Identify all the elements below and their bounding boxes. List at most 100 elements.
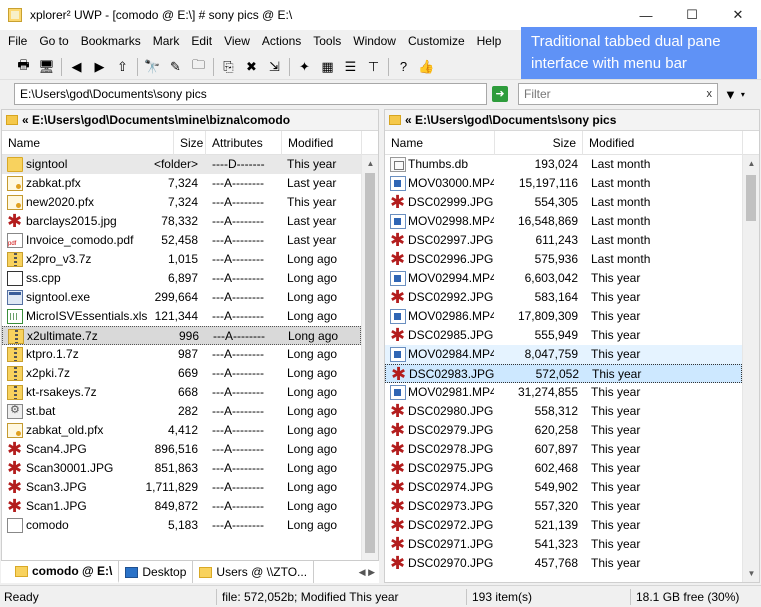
- address-input[interactable]: E:\Users\god\Documents\sony pics: [14, 83, 487, 105]
- menu-file[interactable]: File: [2, 30, 33, 52]
- file-row[interactable]: Scan30001.JPG851,863---A--------Long ago: [2, 458, 361, 479]
- file-row[interactable]: new2020.pfx 7,324 ---A-------- This year: [2, 193, 361, 212]
- copy-to-button[interactable]: ⎘: [217, 56, 240, 78]
- file-row[interactable]: st.bat282---A--------Long ago: [2, 402, 361, 421]
- left-pane[interactable]: « E:\Users\god\Documents\mine\bizna\como…: [1, 109, 379, 583]
- right-pane-path[interactable]: « E:\Users\god\Documents\sony pics: [385, 110, 759, 131]
- file-row[interactable]: MOV03000.MP4 15,197,116 Last month: [385, 174, 742, 193]
- file-row[interactable]: DSC02974.JPG 549,902 This year: [385, 477, 742, 498]
- file-row[interactable]: signtool.exe 299,664 ---A-------- Long ago: [2, 288, 361, 307]
- file-row[interactable]: MicroISVEssentials.xls 121,344 ---A-------…: [2, 307, 361, 326]
- file-row[interactable]: x2pro_v3.7z 1,015 ---A-------- Long ago: [2, 250, 361, 269]
- move-to-button[interactable]: ⇲: [263, 56, 286, 78]
- file-row[interactable]: comodo 5,183 ---A-------- Long ago: [2, 516, 361, 535]
- tree-button[interactable]: ⊤: [362, 56, 385, 78]
- left-col-name[interactable]: Name: [2, 131, 174, 155]
- file-row[interactable]: barclays2015.jpg78,332---A--------Last y…: [2, 211, 361, 232]
- left-file-list[interactable]: signtool <folder> ----D------- This year zab…: [2, 155, 361, 582]
- scroll-down-icon[interactable]: ▼: [743, 565, 759, 582]
- file-row[interactable]: Scan1.JPG849,872---A--------Long ago: [2, 496, 361, 517]
- scroll-up-icon[interactable]: ▲: [362, 155, 378, 172]
- file-row[interactable]: DSC02979.JPG 620,258 This year: [385, 420, 742, 441]
- help-button[interactable]: ?: [392, 56, 415, 78]
- minimize-button[interactable]: —: [623, 0, 669, 30]
- chevron-right-icon[interactable]: ▶: [368, 567, 375, 578]
- file-row[interactable]: DSC02978.JPG 607,897 This year: [385, 439, 742, 460]
- delete-button[interactable]: ✖: [240, 56, 263, 78]
- left-col-size[interactable]: Size: [174, 131, 206, 155]
- edit-button[interactable]: ✎: [164, 56, 187, 78]
- menu-help[interactable]: Help: [471, 30, 508, 52]
- magic-wand-button[interactable]: ✦: [293, 56, 316, 78]
- forward-button[interactable]: ▶: [88, 56, 111, 78]
- details-view-button[interactable]: ☰: [339, 56, 362, 78]
- maximize-button[interactable]: ☐: [669, 0, 715, 30]
- menu-go-to[interactable]: Go to: [33, 30, 74, 52]
- file-row[interactable]: zabkat.pfx 7,324 ---A-------- Last year: [2, 174, 361, 193]
- left-col-modified[interactable]: Modified: [282, 131, 362, 155]
- file-row[interactable]: MOV02984.MP4 8,047,759 This year: [385, 345, 742, 364]
- file-row[interactable]: Scan4.JPG896,516---A--------Long ago: [2, 439, 361, 460]
- file-row[interactable]: DSC02975.JPG 602,468 This year: [385, 458, 742, 479]
- menu-mark[interactable]: Mark: [147, 30, 186, 52]
- file-row[interactable]: Scan3.JPG1,711,829---A--------Long ago: [2, 477, 361, 498]
- file-row[interactable]: DSC02999.JPG 554,305 Last month: [385, 192, 742, 213]
- back-button[interactable]: ◀: [65, 56, 88, 78]
- right-scroll-thumb[interactable]: [746, 175, 756, 221]
- file-row[interactable]: DSC02992.JPG 583,164 This year: [385, 287, 742, 308]
- find-button[interactable]: 🔭: [141, 56, 164, 78]
- file-row[interactable]: DSC02985.JPG 555,949 This year: [385, 325, 742, 346]
- tab-scroll-arrows[interactable]: ◀ ▶: [355, 561, 379, 583]
- scroll-up-icon[interactable]: ▲: [743, 155, 759, 172]
- file-row[interactable]: DSC02980.JPG 558,312 This year: [385, 401, 742, 422]
- new-folder-button[interactable]: 🗀: [187, 56, 210, 78]
- file-row[interactable]: DSC02983.JPG 572,052 This year: [385, 364, 742, 385]
- right-scrollbar[interactable]: ▲ ▼: [742, 155, 759, 582]
- file-row[interactable]: MOV02981.MP4 31,274,855 This year: [385, 383, 742, 402]
- menu-customize[interactable]: Customize: [402, 30, 471, 52]
- file-row[interactable]: ktpro.1.7z 987 ---A-------- Long ago: [2, 345, 361, 364]
- file-row[interactable]: signtool <folder> ----D------- This year: [2, 155, 361, 174]
- file-row[interactable]: ss.cpp 6,897 ---A-------- Long ago: [2, 269, 361, 288]
- file-row[interactable]: MOV02994.MP4 6,603,042 This year: [385, 269, 742, 288]
- properties-button[interactable]: ▦: [316, 56, 339, 78]
- file-row[interactable]: DSC02972.JPG 521,139 This year: [385, 515, 742, 536]
- tab-3[interactable]: Users @ \\ZTO...: [193, 561, 315, 583]
- thumbs-up-button[interactable]: 👍: [415, 56, 438, 78]
- right-file-list[interactable]: Thumbs.db 193,024 Last month MOV03000.MP4 15…: [385, 155, 742, 582]
- left-scroll-thumb[interactable]: [365, 173, 375, 553]
- file-row[interactable]: MOV02998.MP4 16,548,869 Last month: [385, 212, 742, 231]
- menu-tools[interactable]: Tools: [307, 30, 347, 52]
- file-row[interactable]: DSC02997.JPG 611,243 Last month: [385, 230, 742, 251]
- file-row[interactable]: zabkat_old.pfx 4,412 ---A-------- Long ago: [2, 421, 361, 440]
- left-pane-path[interactable]: « E:\Users\god\Documents\mine\bizna\como…: [2, 110, 378, 131]
- computer-button[interactable]: 🖥: [35, 56, 58, 78]
- file-row[interactable]: Thumbs.db 193,024 Last month: [385, 155, 742, 174]
- filter-clear-button[interactable]: x: [707, 88, 713, 100]
- right-col-name[interactable]: Name: [385, 131, 495, 155]
- filter-input[interactable]: Filter x: [518, 83, 718, 105]
- file-row[interactable]: x2ultimate.7z 996 ---A-------- Long ago: [2, 326, 361, 345]
- menu-edit[interactable]: Edit: [185, 30, 218, 52]
- right-col-size[interactable]: Size: [495, 131, 583, 155]
- right-pane[interactable]: « E:\Users\god\Documents\sony pics Name …: [384, 109, 760, 583]
- tab-2[interactable]: Desktop: [119, 561, 194, 583]
- file-row[interactable]: MOV02986.MP4 17,809,309 This year: [385, 307, 742, 326]
- file-row[interactable]: x2pki.7z 669 ---A-------- Long ago: [2, 364, 361, 383]
- file-row[interactable]: kt-rsakeys.7z 668 ---A-------- Long ago: [2, 383, 361, 402]
- file-row[interactable]: Invoice_comodo.pdf52,458---A--------Last…: [2, 231, 361, 250]
- tab-1[interactable]: comodo @ E:\: [1, 561, 120, 583]
- left-scrollbar[interactable]: ▲ ▼: [361, 155, 378, 582]
- menu-actions[interactable]: Actions: [256, 30, 307, 52]
- close-button[interactable]: ✕: [715, 0, 761, 30]
- up-button[interactable]: ⇧: [111, 56, 134, 78]
- right-col-modified[interactable]: Modified: [583, 131, 743, 155]
- file-row[interactable]: DSC02973.JPG 557,320 This year: [385, 496, 742, 517]
- file-row[interactable]: DSC02996.JPG 575,936 Last month: [385, 249, 742, 270]
- print-button[interactable]: 🖶: [12, 56, 35, 78]
- file-row[interactable]: DSC02971.JPG 541,323 This year: [385, 534, 742, 555]
- menu-view[interactable]: View: [218, 30, 256, 52]
- file-row[interactable]: DSC02970.JPG 457,768 This year: [385, 553, 742, 574]
- go-button[interactable]: ➜: [492, 86, 508, 102]
- chevron-left-icon[interactable]: ◀: [359, 567, 366, 578]
